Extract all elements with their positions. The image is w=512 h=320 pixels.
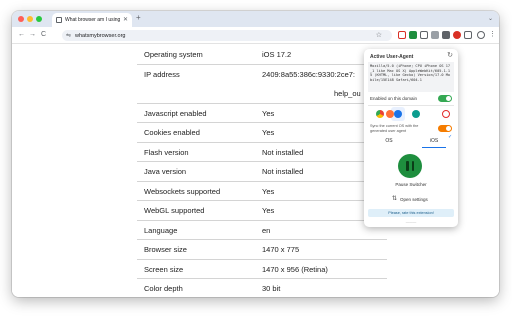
popup-footer-text: ——— bbox=[405, 220, 417, 224]
tab-strip: What browser am I using? ✕ + ⌄ bbox=[12, 11, 499, 27]
popup-title: Active User-Agent bbox=[370, 54, 414, 60]
row-label: Flash version bbox=[144, 147, 189, 157]
safari-icon[interactable] bbox=[394, 110, 402, 118]
row-value: 2409:8a55:386c:9330:2ce7: bbox=[262, 69, 355, 79]
table-row: Operating system iOS 17.2 bbox=[137, 45, 387, 65]
row-label: Language bbox=[144, 225, 178, 235]
new-tab-button[interactable]: + bbox=[136, 14, 141, 22]
table-row: Language en bbox=[137, 221, 387, 240]
close-tab-icon[interactable]: ✕ bbox=[123, 17, 128, 23]
extension-icon-2[interactable] bbox=[409, 31, 417, 39]
row-value: Not installed bbox=[262, 147, 304, 157]
row-value: 30 bit bbox=[262, 284, 281, 293]
os-tab-label: iOS bbox=[429, 137, 439, 144]
row-label: Cookies enabled bbox=[144, 128, 200, 137]
sync-os-toggle[interactable] bbox=[438, 125, 452, 132]
row-label: WebGL supported bbox=[144, 206, 205, 215]
user-agent-string: Mozilla/5.0 (iPhone; CPU iPhone OS 17_1 … bbox=[368, 62, 454, 92]
profile-avatar-icon[interactable] bbox=[477, 31, 485, 39]
tab-active[interactable]: What browser am I using? ✕ bbox=[52, 13, 132, 27]
edge-icon[interactable] bbox=[412, 110, 420, 118]
close-window-button[interactable] bbox=[18, 16, 24, 22]
table-row: WebGL supported Yes bbox=[137, 201, 387, 221]
row-label: Websockets supported bbox=[144, 186, 221, 196]
row-value: en bbox=[262, 225, 271, 235]
table-row: Flash version Not installed bbox=[137, 143, 387, 162]
row-label: Browser size bbox=[144, 245, 187, 254]
browser-info-table: Operating system iOS 17.2 IP address 2409:8… bbox=[137, 45, 387, 297]
forward-button[interactable]: → bbox=[29, 31, 36, 38]
user-agent-switcher-icon[interactable] bbox=[453, 31, 461, 39]
table-row: Color depth 30 bit bbox=[137, 279, 387, 297]
maximize-window-button[interactable] bbox=[36, 16, 42, 22]
row-value: Yes bbox=[262, 108, 275, 118]
row-value: 1470 x 775 bbox=[262, 245, 300, 254]
pause-switcher-label: Pause Switcher bbox=[395, 182, 427, 187]
address-bar[interactable]: ⇋ whatsmybrowser.org ☆ bbox=[62, 30, 392, 41]
enabled-domain-label: Enabled on this domain bbox=[370, 96, 418, 101]
toggle-knob bbox=[446, 126, 451, 131]
open-settings-button[interactable]: ⇅ Open settings bbox=[392, 196, 428, 202]
pause-icon bbox=[406, 161, 414, 171]
table-row: Browser size 1470 x 775 bbox=[137, 240, 387, 260]
table-row: Screen size 1470 x 956 (Retina) bbox=[137, 260, 387, 279]
row-value: 1470 x 956 (Retina) bbox=[262, 264, 328, 274]
table-row: Cookies enabled Yes bbox=[137, 123, 387, 143]
pause-switcher-button[interactable] bbox=[398, 154, 422, 178]
sync-os-label: Sync the current OS with the generated u… bbox=[370, 124, 419, 133]
open-settings-label: Open settings bbox=[400, 196, 428, 202]
os-tab-macos[interactable]: OS bbox=[380, 135, 398, 148]
settings-icon: ⇅ bbox=[392, 196, 398, 202]
table-row: IP address 2409:8a55:386c:9330:2ce7: help_… bbox=[137, 65, 387, 104]
toggle-knob bbox=[446, 96, 451, 101]
extension-icon-1[interactable] bbox=[398, 31, 406, 39]
refresh-icon[interactable]: ↻ bbox=[447, 52, 453, 59]
extension-icon-5[interactable] bbox=[442, 31, 450, 39]
tab-search-icon[interactable]: ⌄ bbox=[488, 15, 493, 22]
row-value: Yes bbox=[262, 206, 275, 215]
back-button[interactable]: ← bbox=[18, 31, 25, 38]
menu-kebab-icon[interactable]: ⋮ bbox=[489, 31, 496, 38]
table-row: Javascript enabled Yes bbox=[137, 104, 387, 123]
row-label: Javascript enabled bbox=[144, 108, 207, 118]
enabled-domain-toggle[interactable] bbox=[438, 95, 452, 102]
os-tab-ios[interactable]: iOS bbox=[422, 135, 446, 148]
bookmark-star-icon[interactable]: ☆ bbox=[376, 31, 382, 39]
row-value: Not installed bbox=[262, 167, 304, 176]
user-agent-popup: Active User-Agent ↻ Mozilla/5.0 (iPhone;… bbox=[364, 49, 458, 227]
table-row: Websockets supported Yes bbox=[137, 182, 387, 201]
row-label: IP address bbox=[144, 69, 180, 79]
firefox-icon[interactable] bbox=[386, 110, 394, 118]
minimize-window-button[interactable] bbox=[27, 16, 33, 22]
extensions-puzzle-icon[interactable] bbox=[464, 31, 472, 39]
browser-window: What browser am I using? ✕ + ⌄ ← → C ⇋ w… bbox=[12, 11, 499, 297]
divider bbox=[368, 105, 454, 106]
url-text: whatsmybrowser.org bbox=[75, 32, 126, 39]
row-value: Yes bbox=[262, 128, 275, 137]
toolbar: ← → C ⇋ whatsmybrowser.org ☆ ⋮ bbox=[12, 27, 499, 44]
row-label: Java version bbox=[144, 167, 187, 176]
chrome-icon[interactable] bbox=[376, 110, 384, 118]
opera-icon[interactable] bbox=[442, 110, 450, 118]
reload-button[interactable]: C bbox=[41, 31, 46, 38]
row-label: Color depth bbox=[144, 284, 183, 293]
site-info-icon[interactable]: ⇋ bbox=[66, 33, 71, 39]
rate-extension-banner[interactable]: Please, rate this extension! bbox=[368, 209, 454, 217]
row-label: Operating system bbox=[144, 50, 203, 59]
page-favicon-icon bbox=[56, 17, 62, 23]
os-tab-label: OS bbox=[385, 138, 393, 144]
row-value: Yes bbox=[262, 186, 275, 196]
row-value-link[interactable]: help_ou bbox=[334, 89, 361, 98]
selected-check-icon: ✓ bbox=[448, 134, 453, 140]
tab-title: What browser am I using? bbox=[65, 17, 120, 23]
extension-icon-3[interactable] bbox=[420, 31, 428, 39]
row-label: Screen size bbox=[144, 264, 184, 274]
row-value: iOS 17.2 bbox=[262, 50, 292, 59]
table-row: Java version Not installed bbox=[137, 162, 387, 182]
extension-icon-4[interactable] bbox=[431, 31, 439, 39]
